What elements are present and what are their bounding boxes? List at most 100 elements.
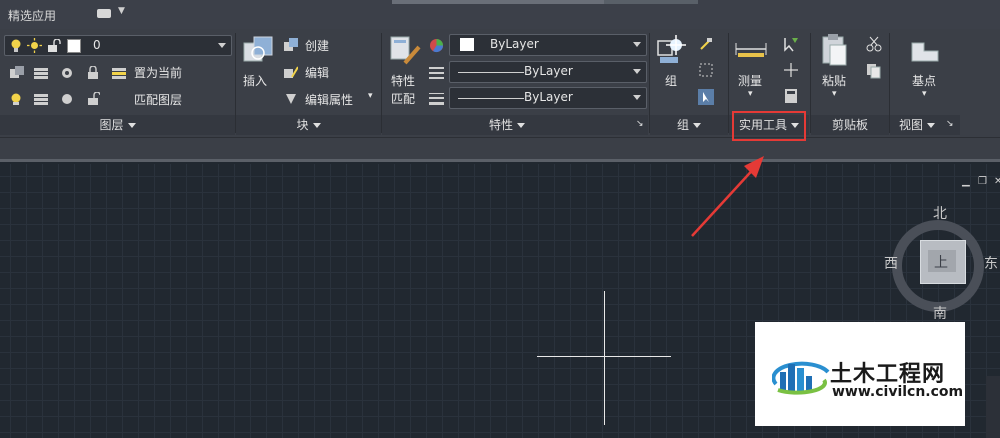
chevron-down-icon	[218, 43, 226, 48]
lightbulb-icon	[11, 39, 21, 52]
clipboard-panel-title[interactable]: 剪贴板	[811, 116, 889, 134]
top-bar: 精选应用 ▼	[0, 0, 1000, 30]
layer-lock-icon[interactable]	[86, 66, 100, 80]
group-selection-icon[interactable]	[698, 89, 714, 105]
calculator-icon[interactable]	[784, 88, 798, 104]
color-value: ByLayer	[490, 37, 539, 51]
match-layer-button[interactable]: 匹配图层	[134, 91, 182, 108]
featured-apps-tab[interactable]: 精选应用	[8, 7, 56, 24]
edit-attributes-icon[interactable]	[284, 92, 298, 106]
view-panel-title[interactable]: 视图	[890, 116, 944, 134]
linetype-value: ByLayer	[524, 64, 573, 78]
ribbon: 0 置为当前 匹配图层 图层 插入 创建 编辑 编辑属性 ▾ 块 特性 匹配 B…	[0, 29, 1000, 137]
chevron-down-icon	[633, 95, 641, 100]
chevron-down-icon	[693, 123, 701, 128]
dialog-launcher-icon[interactable]: ↘	[946, 119, 954, 129]
create-block-button[interactable]: 创建	[305, 37, 329, 54]
compass-east[interactable]: 东	[984, 253, 998, 273]
group-edit-icon[interactable]	[699, 63, 713, 77]
insert-block-icon[interactable]	[242, 35, 274, 67]
measure-button[interactable]: 测量	[738, 72, 762, 89]
measure-icon[interactable]	[734, 39, 768, 59]
ungroup-icon[interactable]	[699, 37, 713, 51]
color-wheel-icon[interactable]	[429, 38, 444, 53]
command-strip	[0, 137, 1000, 162]
edit-block-button[interactable]: 编辑	[305, 64, 329, 81]
viewcube-top-label[interactable]: 上	[934, 252, 948, 272]
compass-north[interactable]: 北	[933, 203, 947, 223]
chevron-down-icon[interactable]: ▾	[368, 91, 373, 101]
group-button[interactable]: 组	[665, 72, 677, 89]
annotation-arrow-icon	[691, 156, 764, 237]
lineweight-icon[interactable]	[429, 91, 444, 106]
layer-properties-icon[interactable]	[10, 66, 24, 80]
set-current-icon[interactable]	[112, 66, 126, 80]
layer-unlock-icon[interactable]	[86, 92, 100, 106]
layer-states-icon[interactable]	[34, 92, 48, 106]
block-panel-title[interactable]: 块	[236, 116, 381, 134]
quick-select-icon[interactable]	[783, 36, 799, 52]
set-current-button[interactable]: 置为当前	[134, 64, 182, 81]
layer-isolate-icon[interactable]	[60, 66, 74, 80]
close-icon[interactable]: ✕	[994, 176, 1000, 187]
base-point-icon[interactable]	[910, 39, 940, 63]
chevron-down-icon[interactable]: ▾	[748, 89, 753, 99]
color-swatch	[460, 38, 474, 51]
chevron-down-icon	[312, 123, 321, 128]
match-properties-label-2[interactable]: 匹配	[391, 90, 415, 107]
paste-icon[interactable]	[820, 33, 850, 67]
color-swatch	[67, 39, 81, 53]
layer-stack-icon[interactable]	[34, 66, 48, 80]
cut-icon[interactable]	[866, 36, 882, 52]
minimize-icon[interactable]: ▁	[962, 176, 970, 187]
divider	[0, 159, 1000, 162]
properties-panel-title[interactable]: 特性	[382, 116, 632, 134]
top-strip-right	[604, 0, 698, 4]
crosshair-vertical	[604, 291, 605, 425]
groups-panel-title[interactable]: 组	[650, 116, 728, 134]
lineweight-preview	[458, 98, 524, 99]
chevron-down-icon[interactable]: ▼	[118, 6, 125, 16]
chevron-down-icon	[633, 42, 641, 47]
layer-freeze-icon[interactable]	[10, 92, 24, 106]
compass-south[interactable]: 南	[933, 303, 947, 323]
chevron-down-icon	[127, 123, 136, 128]
layer-dropdown[interactable]: 0	[4, 35, 232, 56]
chevron-down-icon[interactable]: ▾	[922, 89, 927, 99]
linetype-icon[interactable]	[429, 65, 444, 80]
unlock-icon	[48, 39, 61, 52]
watermark-url: www.civilcn.com	[832, 384, 964, 400]
copy-icon[interactable]	[866, 63, 882, 79]
restore-icon[interactable]: ❐	[978, 176, 987, 187]
site-logo-icon	[772, 361, 830, 395]
chevron-down-icon	[927, 123, 935, 128]
color-dropdown[interactable]: ByLayer	[449, 34, 647, 56]
chevron-down-icon	[517, 123, 525, 128]
sun-icon	[27, 38, 42, 53]
dialog-launcher-icon[interactable]: ↘	[636, 119, 644, 129]
group-icon[interactable]	[656, 33, 690, 67]
chevron-down-icon[interactable]: ▾	[832, 89, 837, 99]
point-icon[interactable]	[783, 62, 799, 78]
layers-panel-title[interactable]: 图层	[0, 116, 235, 134]
match-properties-icon[interactable]	[389, 35, 421, 67]
create-block-icon[interactable]	[284, 38, 298, 52]
edit-attributes-button[interactable]: 编辑属性	[305, 91, 353, 108]
lineweight-dropdown[interactable]: ByLayer	[449, 87, 647, 109]
base-point-button[interactable]: 基点	[912, 72, 936, 89]
chevron-down-icon	[633, 69, 641, 74]
annotation-highlight-box	[732, 111, 806, 141]
compass-west[interactable]: 西	[884, 253, 898, 273]
camera-icon[interactable]	[97, 9, 111, 18]
scrollbar[interactable]	[986, 376, 1000, 438]
top-strip	[392, 0, 604, 4]
lineweight-value: ByLayer	[524, 90, 573, 104]
layer-off-icon[interactable]	[60, 92, 74, 106]
match-properties-label-1[interactable]: 特性	[391, 72, 415, 89]
current-layer-name: 0	[93, 38, 101, 52]
insert-button[interactable]: 插入	[243, 72, 267, 89]
paste-button[interactable]: 粘贴	[822, 72, 846, 89]
edit-block-icon[interactable]	[284, 65, 298, 79]
linetype-preview	[458, 72, 524, 73]
linetype-dropdown[interactable]: ByLayer	[449, 61, 647, 83]
